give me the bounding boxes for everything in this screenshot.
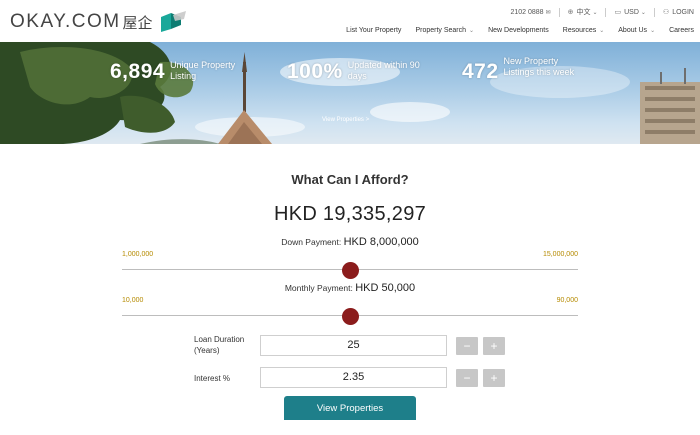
loan-duration-label: Loan Duration (Years) (194, 335, 245, 355)
down-payment-max: 15,000,000 (542, 251, 578, 258)
user-icon: ⚇ (662, 9, 670, 16)
globe-icon: ⊕ (567, 9, 574, 16)
login-link[interactable]: ⚇ LOGIN (662, 8, 694, 17)
stat-updated: 100% Updated within 90 days (287, 60, 426, 84)
nav-item-property-search[interactable]: Property Search ⌄ (415, 27, 474, 34)
view-properties-button[interactable]: View Properties (284, 396, 416, 420)
hero-background-image (0, 42, 700, 144)
monthly-payment-label: Monthly Payment: HKD 50,000 (284, 282, 416, 294)
logo-mark-icon (160, 11, 186, 32)
divider (558, 7, 560, 17)
down-payment-label: Down Payment: HKD 8,000,000 (281, 236, 419, 248)
chevron-down-icon: ⌄ (650, 27, 656, 34)
page-title: What Can I Afford? (291, 172, 409, 187)
interest-input[interactable]: 2.35 (260, 367, 447, 388)
stat-value: 472 (462, 60, 499, 83)
down-payment-min: 1,000,000 (122, 251, 154, 258)
monthly-payment-min: 10,000 (122, 297, 144, 304)
stat-label: New Property Listings this week (503, 56, 575, 77)
nav-item-resources[interactable]: Resources ⌄ (563, 27, 605, 34)
stat-label: Updated within 90 days (347, 60, 420, 81)
chevron-down-icon: ⌄ (640, 9, 646, 16)
interest-increment-button[interactable]: + (483, 369, 505, 387)
top-utility-bar: 2102 0888 ✉ ⊕ 中文 ⌄ ▭ USD ⌄ ⚇ LOGIN (502, 6, 694, 18)
currency-selector[interactable]: ▭ USD ⌄ (614, 8, 646, 17)
main-nav: List Your Property Property Search ⌄ New… (332, 24, 694, 36)
down-payment-slider[interactable] (122, 262, 578, 279)
loan-duration-input[interactable]: 25 (260, 335, 447, 356)
stat-value: 100% (287, 60, 343, 83)
loan-duration-decrement-button[interactable]: − (456, 337, 478, 355)
divider (653, 7, 655, 17)
language-selector[interactable]: ⊕ 中文 ⌄ (568, 7, 598, 17)
slider-thumb[interactable] (342, 262, 359, 279)
stat-new-listings: 472 New Property Listings this week (462, 56, 582, 84)
slider-thumb[interactable] (342, 308, 359, 325)
chevron-down-icon: ⌄ (469, 27, 475, 34)
divider (605, 7, 607, 17)
phone-number[interactable]: 2102 0888 ✉ (510, 9, 550, 16)
hero-banner: 6,894 Unique Property Listing 100% Updat… (0, 42, 700, 144)
stat-unique-listings: 6,894 Unique Property Listing (110, 60, 248, 84)
logo-text: OKAY.COM (10, 11, 121, 32)
chevron-down-icon: ⌄ (599, 27, 605, 34)
monthly-payment-slider[interactable] (122, 308, 578, 325)
view-properties-link[interactable]: View Properties > (322, 117, 369, 123)
monthly-payment-value: HKD 50,000 (355, 282, 416, 294)
nav-item-careers[interactable]: Careers (669, 27, 694, 34)
chevron-down-icon: ⌄ (592, 9, 598, 16)
interest-decrement-button[interactable]: − (456, 369, 478, 387)
stat-label: Unique Property Listing (170, 60, 236, 81)
currency-icon: ▭ (614, 9, 622, 16)
site-header: OKAY.COM 屋企 2102 0888 ✉ ⊕ 中文 ⌄ ▭ USD ⌄ ⚇… (0, 0, 700, 42)
mail-icon: ✉ (545, 9, 551, 16)
affordable-amount: HKD 19,335,297 (273, 203, 427, 225)
nav-item-about-us[interactable]: About Us ⌄ (618, 27, 655, 34)
loan-duration-increment-button[interactable]: + (483, 337, 505, 355)
monthly-payment-max: 90,000 (556, 297, 578, 304)
down-payment-value: HKD 8,000,000 (343, 236, 419, 248)
nav-item-new-developments[interactable]: New Developments (488, 27, 549, 34)
site-logo[interactable]: OKAY.COM 屋企 (10, 10, 187, 34)
logo-cjk-text: 屋企 (122, 13, 153, 32)
nav-item-list-your-property[interactable]: List Your Property (346, 27, 401, 34)
interest-label: Interest % (194, 374, 231, 383)
stat-value: 6,894 (110, 60, 166, 83)
